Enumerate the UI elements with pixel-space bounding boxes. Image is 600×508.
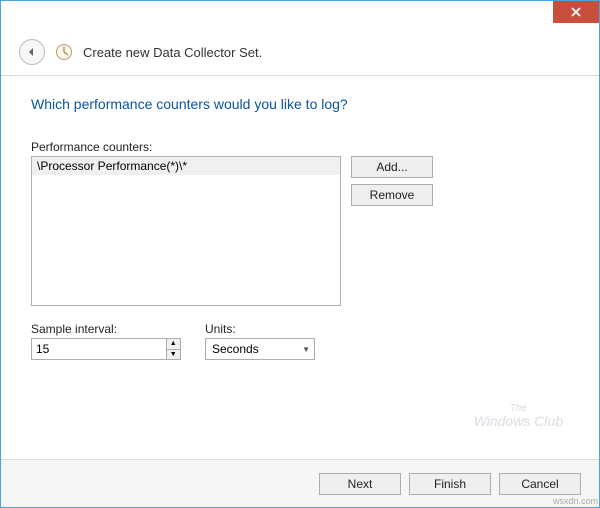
sample-interval-spinner[interactable]: ▲ ▼ bbox=[31, 338, 181, 360]
back-arrow-icon bbox=[26, 46, 38, 58]
wizard-header: Create new Data Collector Set. bbox=[1, 31, 599, 76]
chevron-down-icon: ▼ bbox=[302, 345, 310, 354]
sample-interval-label: Sample interval: bbox=[31, 322, 181, 336]
add-button[interactable]: Add... bbox=[351, 156, 433, 178]
wizard-title: Create new Data Collector Set. bbox=[83, 45, 262, 60]
close-icon bbox=[571, 7, 581, 17]
next-button[interactable]: Next bbox=[319, 473, 401, 495]
back-button[interactable] bbox=[19, 39, 45, 65]
titlebar bbox=[1, 1, 599, 31]
app-icon bbox=[55, 43, 73, 61]
instruction-text: Which performance counters would you lik… bbox=[31, 96, 569, 112]
units-select[interactable]: Seconds ▼ bbox=[205, 338, 315, 360]
counters-label: Performance counters: bbox=[31, 140, 569, 154]
finish-button[interactable]: Finish bbox=[409, 473, 491, 495]
wizard-content: Which performance counters would you lik… bbox=[1, 76, 599, 461]
wizard-window: Create new Data Collector Set. Which per… bbox=[0, 0, 600, 508]
performance-counters-list[interactable]: \Processor Performance(*)\* bbox=[31, 156, 341, 306]
wizard-footer: Next Finish Cancel bbox=[1, 459, 599, 507]
close-button[interactable] bbox=[553, 1, 599, 23]
spinner-up-button[interactable]: ▲ bbox=[167, 339, 180, 350]
sample-interval-input[interactable] bbox=[32, 339, 166, 359]
cancel-button[interactable]: Cancel bbox=[499, 473, 581, 495]
units-value: Seconds bbox=[212, 342, 259, 356]
units-label: Units: bbox=[205, 322, 315, 336]
list-item[interactable]: \Processor Performance(*)\* bbox=[32, 157, 340, 175]
spinner-down-button[interactable]: ▼ bbox=[167, 350, 180, 360]
remove-button[interactable]: Remove bbox=[351, 184, 433, 206]
